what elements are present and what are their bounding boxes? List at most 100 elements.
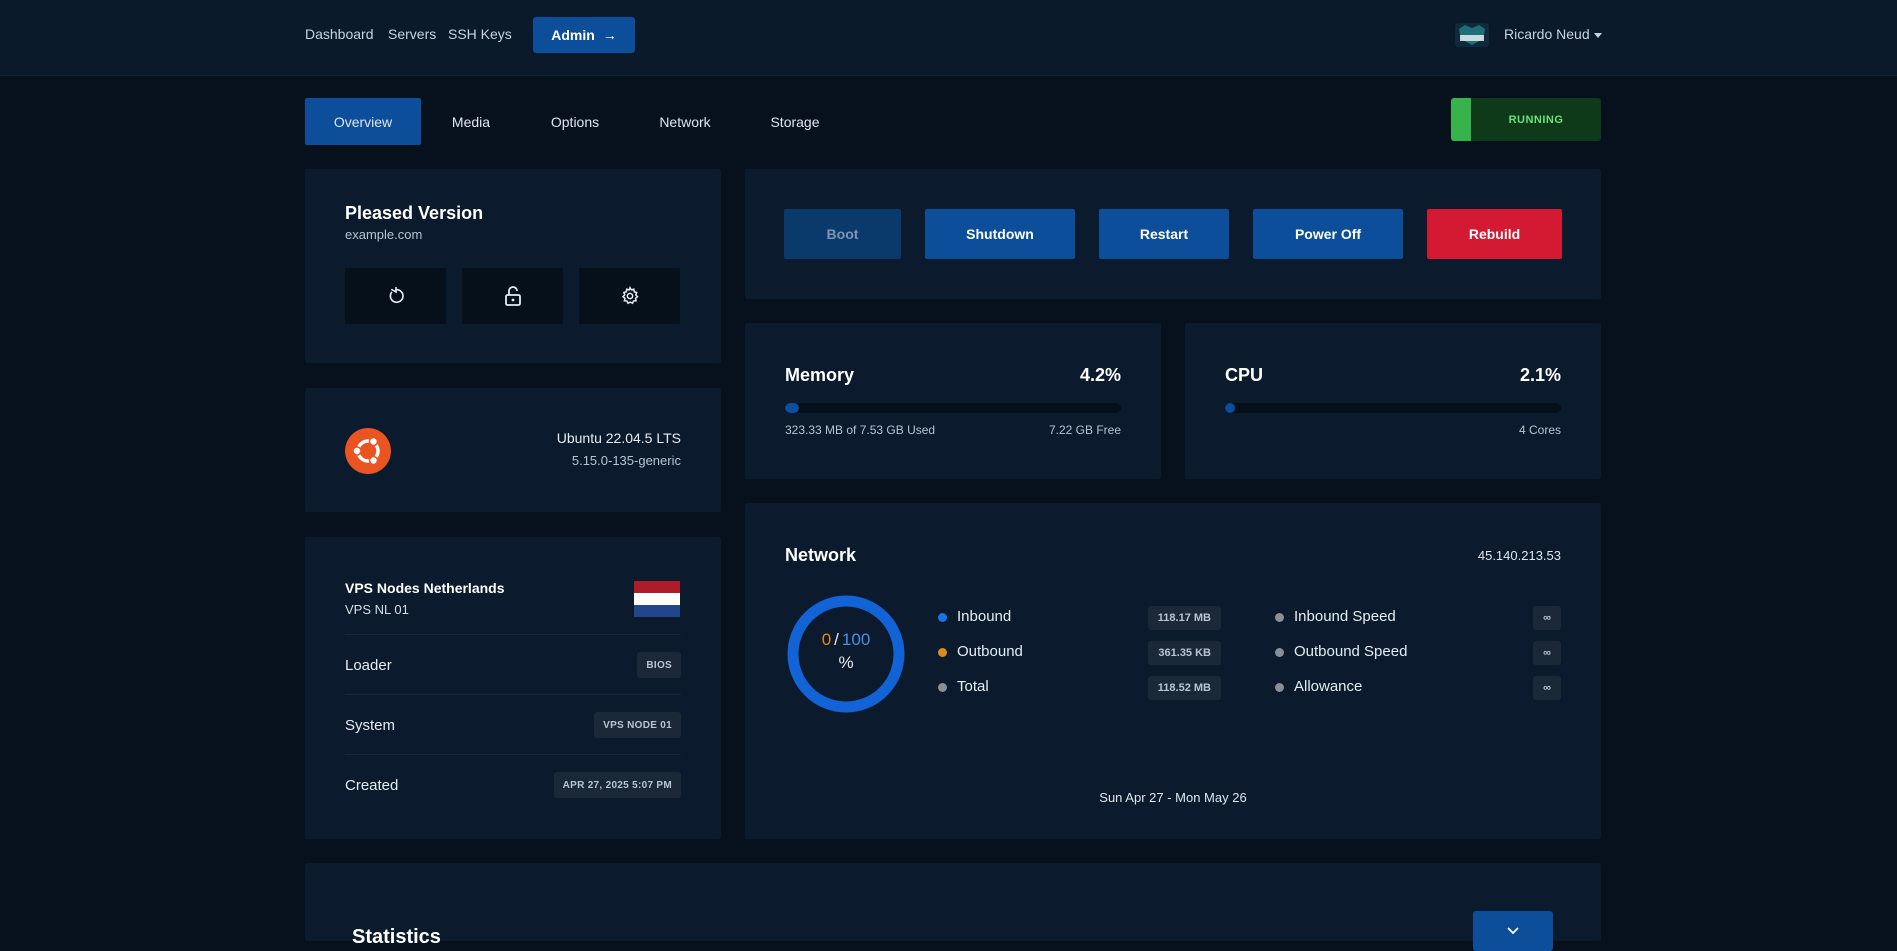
cpu-card: CPU 2.1% 4 Cores — [1185, 323, 1601, 479]
stat-inbound: Inbound 118.17 MB — [938, 606, 1221, 630]
os-card: Ubuntu 22.04.5 LTS 5.15.0-135-generic — [305, 388, 721, 512]
user-menu[interactable]: Ricardo Neud — [1504, 26, 1602, 42]
server-hostname: example.com — [345, 227, 423, 242]
server-name: Pleased Version — [345, 203, 484, 223]
avatar[interactable] — [1455, 23, 1489, 47]
network-ip: 45.140.213.53 — [1477, 548, 1561, 563]
arrow-right-icon: → — [602, 27, 617, 43]
stat-label: Inbound Speed — [1294, 608, 1396, 625]
location-card: VPS Nodes Netherlands VPS NL 01 Loader B… — [305, 537, 721, 839]
statistics-card: Statistics — [305, 863, 1601, 948]
tab-storage[interactable]: Storage — [741, 98, 849, 145]
statistics-title: Statistics — [352, 926, 441, 948]
usage-max: 100 — [841, 630, 871, 649]
stat-outbound: Outbound 361.35 KB — [938, 641, 1221, 665]
created-value: APR 27, 2025 5:07 PM — [553, 772, 681, 798]
stat-value: ∞ — [1533, 641, 1561, 665]
memory-bar-fill — [785, 403, 800, 413]
stat-inbound-speed: Inbound Speed ∞ — [1275, 606, 1561, 630]
cpu-bar — [1225, 403, 1561, 413]
reinstall-icon — [389, 287, 404, 304]
reinstall-button[interactable] — [345, 268, 446, 324]
cpu-cores: 4 Cores — [1518, 423, 1561, 437]
stat-value: 118.17 MB — [1147, 606, 1221, 630]
dot-icon — [938, 613, 947, 622]
info-row-system: System VPS NODE 01 — [345, 694, 681, 755]
statistics-toggle-button[interactable] — [1473, 911, 1553, 951]
top-navbar: Dashboard Servers SSH Keys Admin → Ricar… — [0, 0, 1897, 76]
settings-button[interactable] — [579, 268, 680, 324]
stat-label: Outbound Speed — [1294, 643, 1408, 660]
tab-media[interactable]: Media — [421, 98, 521, 145]
admin-label: Admin — [551, 27, 595, 43]
dot-icon — [1275, 683, 1284, 692]
cpu-bar-fill — [1225, 403, 1235, 413]
status-badge: RUNNING — [1451, 98, 1601, 141]
cpu-title: CPU — [1225, 365, 1264, 385]
status-label: RUNNING — [1508, 113, 1564, 126]
password-button[interactable] — [462, 268, 563, 324]
network-card: Network 45.140.213.53 0/100 % Inbound 11… — [745, 503, 1601, 839]
created-label: Created — [345, 777, 399, 794]
stat-total: Total 118.52 MB — [938, 676, 1221, 700]
rebuild-button[interactable]: Rebuild — [1427, 209, 1562, 259]
memory-title: Memory — [785, 365, 855, 385]
server-card: Pleased Version example.com — [305, 169, 721, 363]
system-label: System — [345, 717, 396, 734]
network-title: Network — [785, 545, 857, 565]
shutdown-button[interactable]: Shutdown — [925, 209, 1075, 259]
system-value: VPS NODE 01 — [594, 712, 681, 738]
stat-value: 118.52 MB — [1147, 676, 1221, 700]
netherlands-flag — [634, 581, 680, 617]
power-off-button[interactable]: Power Off — [1253, 209, 1403, 259]
loader-value: BIOS — [637, 652, 681, 678]
lock-icon — [504, 286, 521, 306]
info-row-created: Created APR 27, 2025 5:07 PM — [345, 754, 681, 815]
tab-network[interactable]: Network — [629, 98, 741, 145]
tab-overview[interactable]: Overview — [305, 98, 421, 145]
gear-icon — [621, 286, 639, 305]
stat-value: ∞ — [1533, 676, 1561, 700]
info-row-loader: Loader BIOS — [345, 634, 681, 695]
nav-dashboard[interactable]: Dashboard — [305, 26, 374, 42]
nav-servers[interactable]: Servers — [388, 26, 436, 42]
os-kernel: 5.15.0-135-generic — [571, 453, 681, 468]
memory-bar — [785, 403, 1121, 413]
stat-outbound-speed: Outbound Speed ∞ — [1275, 641, 1561, 665]
dot-icon — [938, 683, 947, 692]
boot-button[interactable]: Boot — [784, 209, 901, 259]
usage-separator: / — [834, 630, 839, 649]
dot-icon — [938, 648, 947, 657]
stat-label: Outbound — [957, 643, 1023, 660]
loader-label: Loader — [345, 657, 392, 674]
stat-allowance: Allowance ∞ — [1275, 676, 1561, 700]
dot-icon — [1275, 613, 1284, 622]
network-date-range: Sun Apr 27 - Mon May 26 — [1099, 790, 1247, 805]
location-name: VPS Nodes Netherlands — [345, 580, 505, 596]
memory-card: Memory 4.2% 323.33 MB of 7.53 GB Used 7.… — [745, 323, 1161, 479]
memory-percent: 4.2% — [1079, 365, 1121, 385]
stat-value: 361.35 KB — [1148, 641, 1221, 665]
cpu-percent: 2.1% — [1519, 365, 1561, 385]
bandwidth-usage: 0/100 % — [785, 628, 907, 674]
power-card: Boot Shutdown Restart Power Off Rebuild — [745, 169, 1601, 299]
user-name: Ricardo Neud — [1504, 26, 1590, 42]
restart-button[interactable]: Restart — [1099, 209, 1229, 259]
tab-options[interactable]: Options — [521, 98, 629, 145]
nav-ssh-keys[interactable]: SSH Keys — [448, 26, 512, 42]
usage-current: 0 — [821, 630, 832, 649]
caret-down-icon — [1593, 32, 1602, 38]
memory-used: 323.33 MB of 7.53 GB Used — [785, 423, 936, 437]
stat-value: ∞ — [1533, 606, 1561, 630]
status-indicator — [1451, 98, 1471, 141]
stat-label: Inbound — [957, 608, 1012, 625]
os-name: Ubuntu 22.04.5 LTS — [556, 430, 681, 446]
memory-free: 7.22 GB Free — [1048, 423, 1121, 437]
usage-unit: % — [838, 653, 854, 672]
location-node: VPS NL 01 — [345, 602, 409, 617]
admin-button[interactable]: Admin → — [533, 17, 635, 53]
stat-label: Allowance — [1294, 678, 1363, 695]
chevron-down-icon — [1507, 927, 1519, 935]
dot-icon — [1275, 648, 1284, 657]
stat-label: Total — [957, 678, 989, 695]
